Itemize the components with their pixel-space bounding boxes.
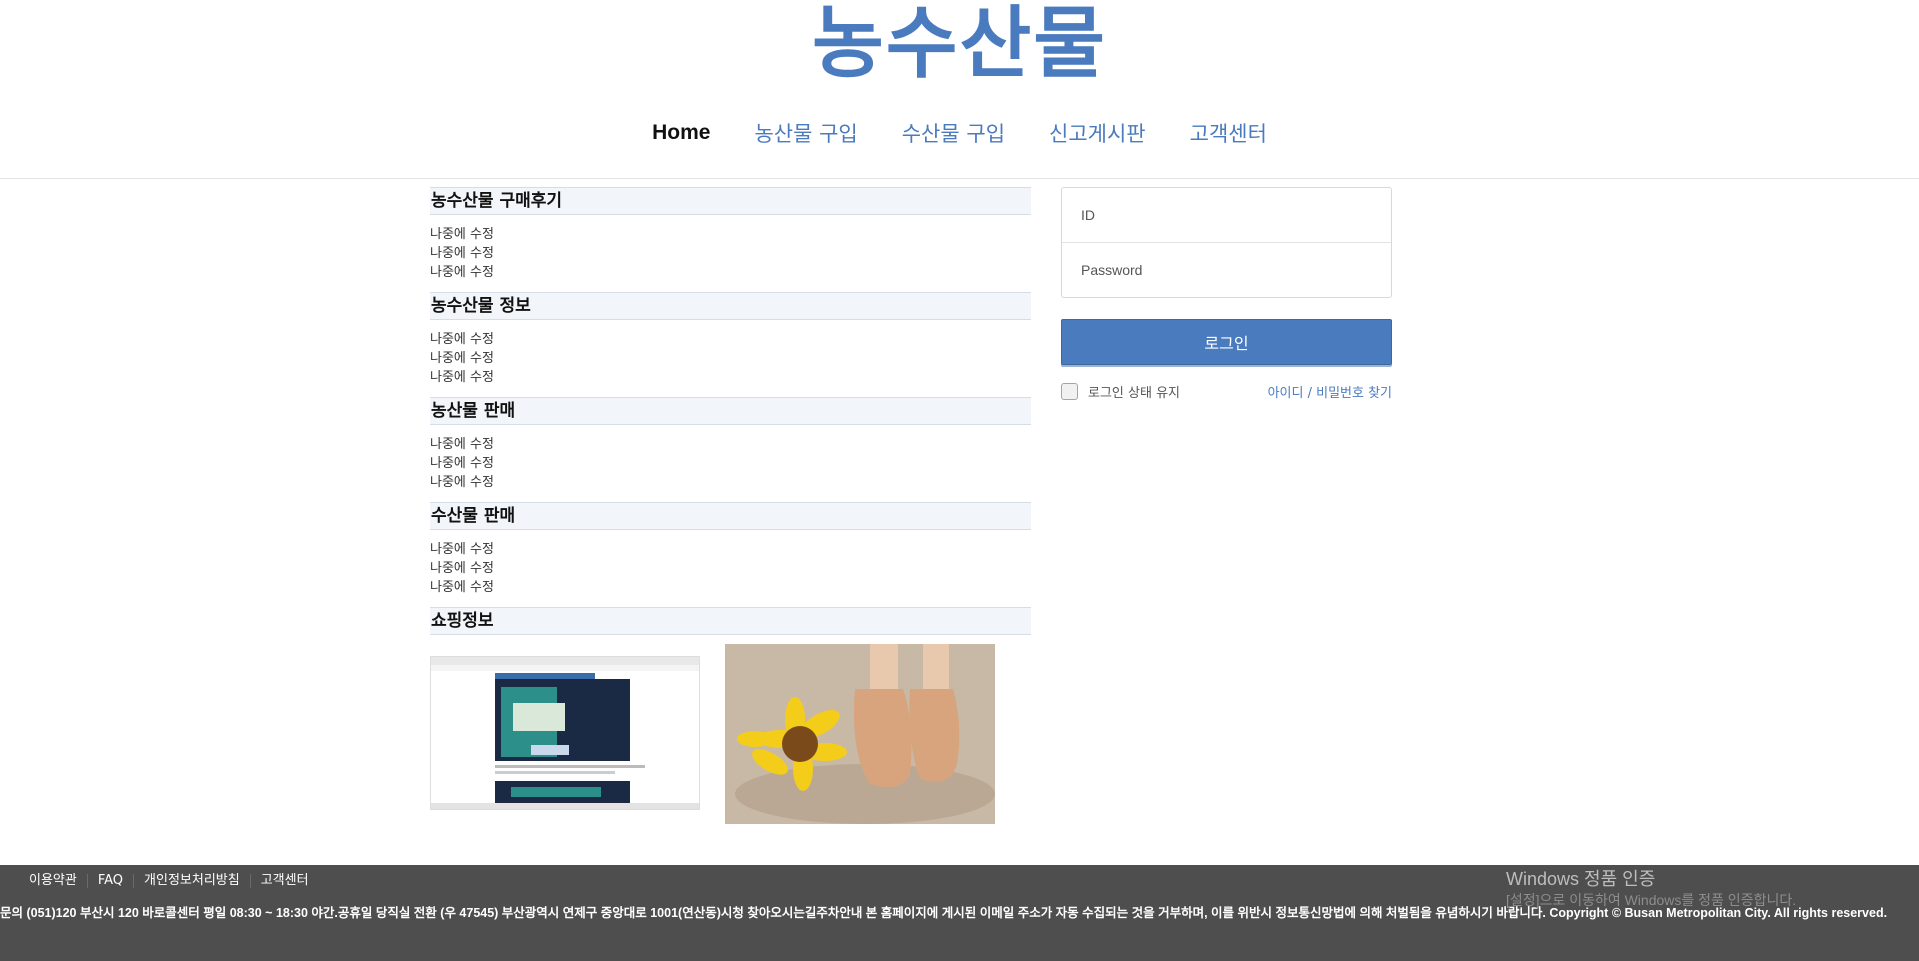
section-title[interactable]: 농수산물 정보 — [430, 292, 1031, 320]
list-item[interactable]: 나중에 수정 — [430, 578, 1031, 597]
section-fish-sales: 수산물 판매 나중에 수정 나중에 수정 나중에 수정 — [430, 502, 1031, 607]
keep-login-checkbox[interactable] — [1061, 383, 1078, 400]
shopping-image-shoes-sunflower[interactable] — [725, 644, 995, 824]
footer-links: 이용약관 FAQ 개인정보처리방침 고객센터 — [19, 874, 319, 888]
shopping-image-screenshot[interactable] — [430, 644, 700, 824]
section-title[interactable]: 쇼핑정보 — [430, 607, 1031, 635]
header-divider — [0, 178, 1919, 179]
section-reviews: 농수산물 구매후기 나중에 수정 나중에 수정 나중에 수정 — [430, 187, 1031, 292]
section-title[interactable]: 농수산물 구매후기 — [430, 187, 1031, 215]
footer-link-terms[interactable]: 이용약관 — [19, 874, 88, 888]
id-field[interactable]: ID — [1062, 188, 1391, 242]
footer-link-privacy[interactable]: 개인정보처리방침 — [134, 874, 251, 888]
main-content: 농수산물 구매후기 나중에 수정 나중에 수정 나중에 수정 농수산물 정보 나… — [430, 187, 1031, 824]
keep-login-label: 로그인 상태 유지 — [1088, 386, 1180, 401]
list-item[interactable]: 나중에 수정 — [430, 540, 1031, 559]
section-agri-sales: 농산물 판매 나중에 수정 나중에 수정 나중에 수정 — [430, 397, 1031, 502]
list-item[interactable]: 나중에 수정 — [430, 349, 1031, 368]
nav-fish-purchase[interactable]: 수산물 구입 — [902, 118, 1005, 148]
section-info: 농수산물 정보 나중에 수정 나중에 수정 나중에 수정 — [430, 292, 1031, 397]
nav-customer-center[interactable]: 고객센터 — [1190, 118, 1267, 148]
footer-link-customer-center[interactable]: 고객센터 — [251, 874, 319, 888]
list-item[interactable]: 나중에 수정 — [430, 454, 1031, 473]
password-field[interactable]: Password — [1062, 242, 1391, 297]
section-shopping: 쇼핑정보 — [430, 607, 1031, 824]
browser-screenshot-image — [430, 656, 700, 810]
nav-report-board[interactable]: 신고게시판 — [1049, 118, 1146, 148]
list-item[interactable]: 나중에 수정 — [430, 435, 1031, 454]
site-title[interactable]: 농수산물 — [0, 0, 1919, 88]
login-button[interactable]: 로그인 — [1061, 319, 1392, 365]
list-item[interactable]: 나중에 수정 — [430, 368, 1031, 387]
login-inputs: ID Password — [1061, 187, 1392, 298]
password-placeholder: Password — [1081, 262, 1143, 278]
main-nav: Home 농산물 구입 수산물 구입 신고게시판 고객센터 — [0, 116, 1919, 150]
windows-activation-title: Windows 정품 인증 — [1506, 869, 1656, 889]
list-item[interactable]: 나중에 수정 — [430, 330, 1031, 349]
id-placeholder: ID — [1081, 207, 1095, 223]
keep-login[interactable]: 로그인 상태 유지 — [1061, 382, 1180, 401]
nav-agri-purchase[interactable]: 농산물 구입 — [754, 118, 857, 148]
list-item[interactable]: 나중에 수정 — [430, 244, 1031, 263]
windows-activation-subtitle: [설정]으로 이동하여 Windows를 정품 인증합니다. — [1506, 892, 1797, 908]
section-title[interactable]: 농산물 판매 — [430, 397, 1031, 425]
section-title[interactable]: 수산물 판매 — [430, 502, 1031, 530]
footer-link-faq[interactable]: FAQ — [88, 874, 135, 888]
nav-home[interactable]: Home — [652, 121, 710, 145]
list-item[interactable]: 나중에 수정 — [430, 225, 1031, 244]
list-item[interactable]: 나중에 수정 — [430, 263, 1031, 282]
login-panel: ID Password 로그인 로그인 상태 유지 아이디 / 비밀번호 찾기 — [1061, 187, 1392, 401]
find-account-link[interactable]: 아이디 / 비밀번호 찾기 — [1268, 382, 1392, 401]
list-item[interactable]: 나중에 수정 — [430, 559, 1031, 578]
list-item[interactable]: 나중에 수정 — [430, 473, 1031, 492]
